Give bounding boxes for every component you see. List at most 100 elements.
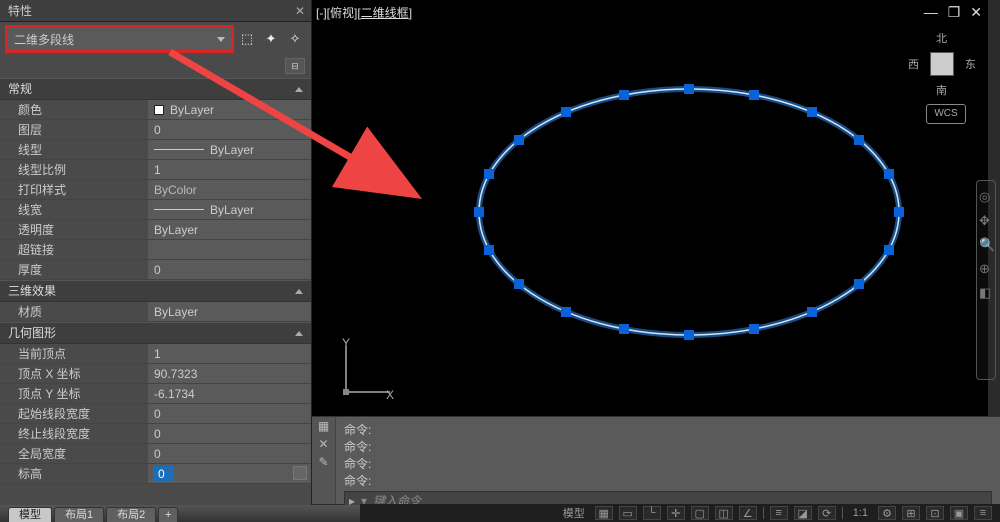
grip-point[interactable] [561, 307, 571, 317]
minimize-icon[interactable]: — [924, 4, 938, 21]
grip-point[interactable] [807, 307, 817, 317]
maximize-icon[interactable]: ❐ [948, 4, 961, 21]
grip-point[interactable] [807, 107, 817, 117]
customize-icon[interactable]: ≡ [974, 506, 992, 520]
grip-point[interactable] [854, 135, 864, 145]
prop-row-vertx[interactable]: 顶点 X 坐标 90.7323 [0, 364, 311, 384]
grip-point[interactable] [484, 245, 494, 255]
cycling-icon[interactable]: ⟳ [818, 506, 836, 520]
wrench-icon[interactable]: ✎ [318, 455, 328, 469]
transparency-icon[interactable]: ◪ [794, 506, 812, 520]
elev-input[interactable]: 0 [154, 466, 174, 482]
grip-point[interactable] [619, 90, 629, 100]
grip-point[interactable] [854, 279, 864, 289]
zoom-icon[interactable]: 🔍 [979, 237, 993, 251]
grip-point[interactable] [684, 330, 694, 340]
showmotion-icon[interactable]: ◧ [979, 285, 993, 299]
prop-row-material[interactable]: 材质 ByLayer [0, 302, 311, 322]
tab-add[interactable]: + [158, 507, 178, 522]
color-swatch [154, 105, 164, 115]
clean-icon[interactable]: ▣ [950, 506, 968, 520]
quick-select-button[interactable]: ⬚ [237, 29, 257, 49]
pin-icon[interactable]: ✕ [318, 437, 328, 451]
snap-icon[interactable]: ▭ [619, 506, 637, 520]
polar-icon[interactable]: ✛ [667, 506, 685, 520]
prop-row-transparency[interactable]: 透明度 ByLayer [0, 220, 311, 240]
section-threed-label: 三维效果 [8, 280, 56, 302]
tab-layout1[interactable]: 布局1 [54, 507, 104, 522]
chevron-down-icon [217, 37, 225, 42]
prop-row-plotstyle[interactable]: 打印样式 ByColor [0, 180, 311, 200]
grip-point[interactable] [561, 107, 571, 117]
prop-row-layer[interactable]: 图层 0 [0, 120, 311, 140]
object-type-row: 二维多段线 ⬚ ✦ ✧ [0, 22, 311, 56]
navigation-bar[interactable]: ◎ ✥ 🔍 ⊕ ◧ [976, 180, 996, 380]
status-model[interactable]: 模型 [559, 505, 589, 521]
section-threed[interactable]: 三维效果 [0, 280, 311, 302]
prop-row-elev[interactable]: 标高 0 [0, 464, 311, 484]
prop-row-verty[interactable]: 顶点 Y 坐标 -6.1734 [0, 384, 311, 404]
layout-tabs: 模型 布局1 布局2 + [0, 505, 360, 522]
prop-row-ltscale[interactable]: 线型比例 1 [0, 160, 311, 180]
calculator-icon[interactable] [293, 466, 307, 480]
pan-icon[interactable]: ✥ [979, 213, 993, 227]
grip-point[interactable] [514, 279, 524, 289]
close-icon[interactable]: ✕ [970, 4, 982, 21]
selected-polyline-ellipse[interactable] [424, 72, 954, 352]
otrack-icon[interactable]: ∠ [739, 506, 757, 520]
drawing-canvas[interactable]: [-][俯视][二维线框] — ❐ ✕ 北 南 西 东 WCS ◎ ✥ 🔍 ⊕ … [312, 0, 988, 416]
prop-row-color[interactable]: 颜色 ByLayer [0, 100, 311, 120]
steering-wheel-icon[interactable]: ◎ [979, 189, 993, 203]
prop-row-globalw[interactable]: 全局宽度 0 [0, 444, 311, 464]
osnap-icon[interactable]: ▢ [691, 506, 709, 520]
panel-title-text: 特性 [8, 4, 32, 18]
workspace-icon[interactable]: ⊞ [902, 506, 920, 520]
tab-model[interactable]: 模型 [8, 507, 52, 522]
prop-row-curvertex[interactable]: 当前顶点 1 [0, 344, 311, 364]
grip-icon[interactable]: ▦ [318, 419, 329, 433]
viewport-label[interactable]: [-][俯视][二维线框] [316, 4, 412, 21]
pick-add-button[interactable]: ✧ [285, 29, 305, 49]
grip-point[interactable] [749, 90, 759, 100]
quick-calc-button[interactable]: ✦ [261, 29, 281, 49]
prop-row-lineweight[interactable]: 线宽 ByLayer [0, 200, 311, 220]
status-scale[interactable]: 1:1 [849, 507, 872, 519]
ortho-icon[interactable]: └ [643, 506, 661, 520]
collapse-button[interactable]: ⊟ [285, 58, 305, 74]
linetype-sample [154, 149, 204, 150]
grip-point[interactable] [619, 324, 629, 334]
cmd-history-line: 命令: [344, 455, 992, 472]
section-geometry-label: 几何图形 [8, 322, 56, 344]
grip-point[interactable] [884, 245, 894, 255]
prop-row-hyperlink[interactable]: 超链接 [0, 240, 311, 260]
caret-up-icon [295, 289, 303, 294]
grip-point[interactable] [474, 207, 484, 217]
osnap3d-icon[interactable]: ◫ [715, 506, 733, 520]
prop-row-startw[interactable]: 起始线段宽度 0 [0, 404, 311, 424]
prop-row-thickness[interactable]: 厚度 0 [0, 260, 311, 280]
command-line-panel: ▦ ✕ ✎ 命令: 命令: 命令: 命令: ▸ ▾ 键入命令 [312, 416, 1000, 504]
section-general[interactable]: 常规 [0, 78, 311, 100]
annotation-icon[interactable]: ⚙ [878, 506, 896, 520]
grip-point[interactable] [749, 324, 759, 334]
grip-point[interactable] [894, 207, 904, 217]
object-type-dropdown[interactable]: 二维多段线 [6, 26, 233, 52]
section-general-label: 常规 [8, 78, 32, 100]
grip-point[interactable] [514, 135, 524, 145]
section-geometry[interactable]: 几何图形 [0, 322, 311, 344]
caret-up-icon [295, 87, 303, 92]
grid-icon[interactable]: ▦ [595, 506, 613, 520]
cmd-history-line: 命令: [344, 438, 992, 455]
grip-point[interactable] [484, 169, 494, 179]
panel-titlebar[interactable]: 特性 ✕ [0, 0, 311, 22]
lineweight-icon[interactable]: ≡ [770, 506, 788, 520]
grip-point[interactable] [684, 84, 694, 94]
properties-panel: 特性 ✕ 二维多段线 ⬚ ✦ ✧ ⊟ 常规 颜色 ByLayer 图层 0 线型… [0, 0, 312, 505]
prop-row-linetype[interactable]: 线型 ByLayer [0, 140, 311, 160]
close-icon[interactable]: ✕ [295, 0, 305, 22]
tab-layout2[interactable]: 布局2 [106, 507, 156, 522]
orbit-icon[interactable]: ⊕ [979, 261, 993, 275]
hardware-icon[interactable]: ⊡ [926, 506, 944, 520]
prop-row-endw[interactable]: 终止线段宽度 0 [0, 424, 311, 444]
grip-point[interactable] [884, 169, 894, 179]
